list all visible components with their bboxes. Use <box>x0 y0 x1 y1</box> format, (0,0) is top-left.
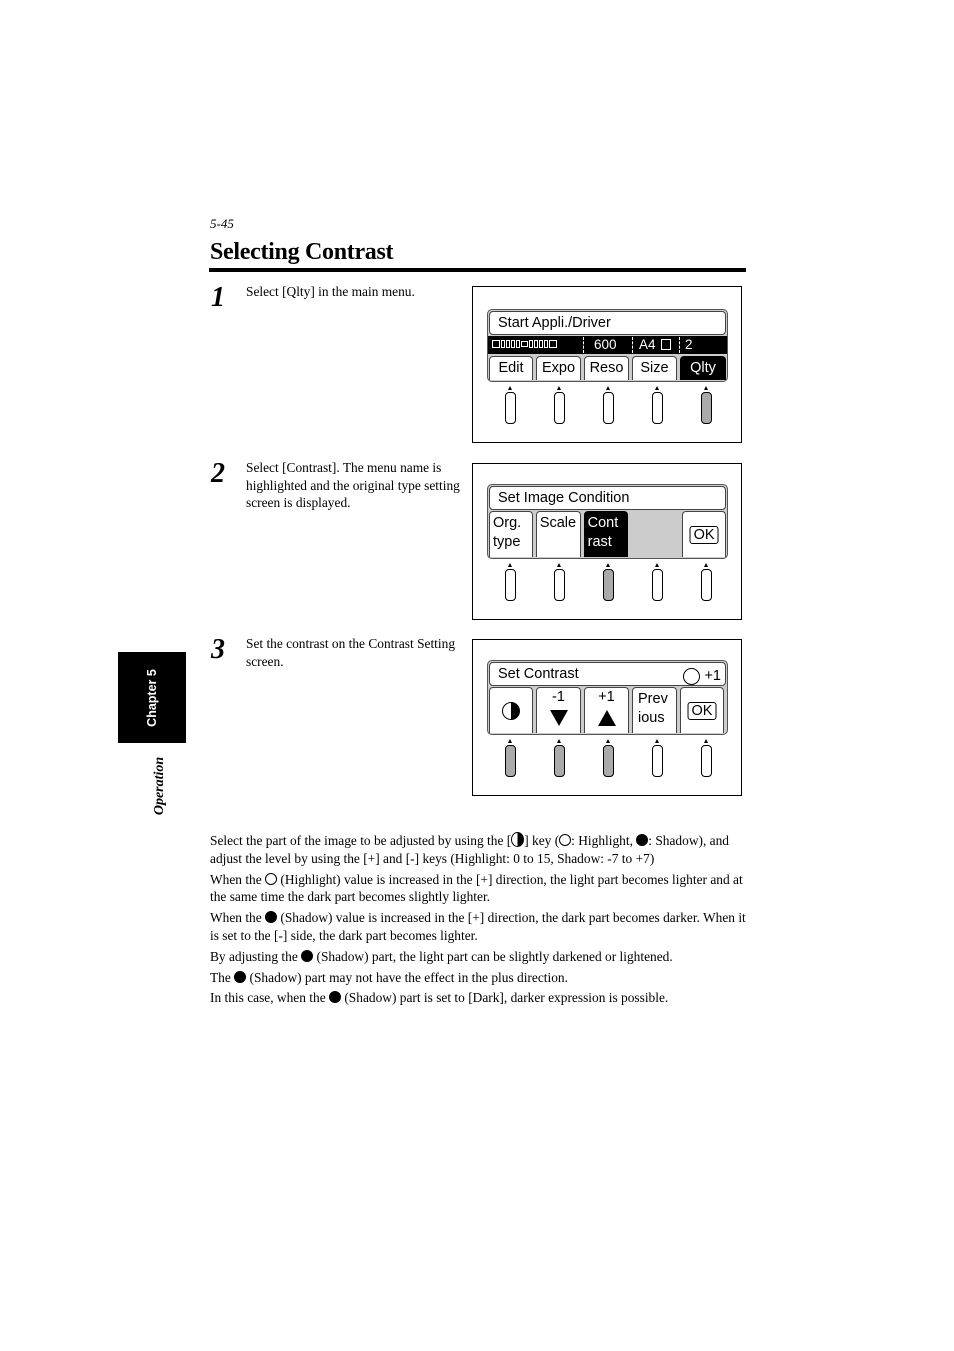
shadow-circle-icon <box>301 949 314 962</box>
step-number: 1 <box>211 282 225 313</box>
density-indicator-icon <box>492 340 557 348</box>
chapter-label: Chapter 5 <box>145 668 159 727</box>
chapter-tab: Chapter 5 <box>118 652 186 743</box>
tab-contrast[interactable]: Cont rast <box>583 511 629 557</box>
soft-key-2[interactable] <box>554 569 565 601</box>
tab-size[interactable]: Size <box>632 356 677 380</box>
title-rule <box>209 268 746 272</box>
lcd-title: Set Image Condition <box>489 486 726 510</box>
copies-value: 2 <box>685 337 693 352</box>
soft-key-1[interactable] <box>505 745 516 777</box>
soft-key-1[interactable] <box>505 569 516 601</box>
paragraph: By adjusting the (Shadow) part, the ligh… <box>210 948 673 964</box>
paragraph: The (Shadow) part may not have the effec… <box>210 969 568 985</box>
soft-key-4[interactable] <box>652 745 663 777</box>
lcd-panel-set-contrast: Set Contrast +1 -1 +1 Prev ious OK <box>472 639 742 796</box>
soft-key-3[interactable] <box>603 569 614 601</box>
tab-reso[interactable]: Reso <box>584 356 629 380</box>
menu-tabs: Edit Expo Reso Size Qlty <box>489 356 726 380</box>
lcd-panel-image-condition: Set Image Condition Org. type Scale Cont r… <box>472 463 742 620</box>
highlight-circle-icon <box>683 667 701 685</box>
lcd-screen: Start Appli./Driver 600 A4 2 Edit Expo R… <box>487 309 728 382</box>
resolution-value: 600 <box>594 337 617 352</box>
soft-key-3[interactable] <box>603 392 614 424</box>
tab-previous[interactable]: Prev ious <box>632 687 677 733</box>
soft-key-3[interactable] <box>603 745 614 777</box>
half-circle-icon <box>511 832 525 847</box>
tab-ok[interactable]: OK <box>680 687 724 733</box>
ok-button[interactable]: OK <box>687 701 717 720</box>
shadow-circle-icon <box>234 970 247 983</box>
triangle-down-icon <box>549 710 568 726</box>
tab-minus[interactable]: -1 <box>536 687 581 733</box>
paragraph: In this case, when the (Shadow) part is … <box>210 990 669 1006</box>
lcd-screen: Set Contrast +1 -1 +1 Prev ious OK <box>487 660 728 735</box>
menu-tabs: -1 +1 Prev ious OK <box>489 687 726 733</box>
tab-highlight-shadow-toggle[interactable] <box>489 687 533 733</box>
paragraph: When the (Shadow) value is increased in … <box>210 910 746 943</box>
paragraph: Select the part of the image to be adjus… <box>210 832 729 866</box>
menu-tabs: Org. type Scale Cont rast OK <box>489 511 726 557</box>
step-number: 2 <box>211 458 225 489</box>
tab-empty <box>631 511 679 557</box>
triangle-up-icon <box>597 710 616 726</box>
lcd-screen: Set Image Condition Org. type Scale Cont r… <box>487 484 728 559</box>
soft-key-5[interactable] <box>701 569 712 601</box>
tab-edit[interactable]: Edit <box>489 356 533 380</box>
soft-key-5[interactable] <box>701 392 712 424</box>
explanation-text: Select the part of the image to be adjus… <box>210 832 750 1010</box>
lcd-panel-main-menu: Start Appli./Driver 600 A4 2 Edit Expo R… <box>472 286 742 443</box>
tab-scale[interactable]: Scale <box>535 511 581 557</box>
shadow-circle-icon <box>265 911 278 924</box>
status-bar: 600 A4 2 <box>488 336 727 354</box>
step-text: Set the contrast on the Contrast Setting… <box>246 636 456 669</box>
highlight-circle-icon <box>265 872 278 885</box>
soft-key-5[interactable] <box>701 745 712 777</box>
page-title: Selecting Contrast <box>210 239 394 265</box>
paragraph: When the (Highlight) value is increased … <box>210 871 743 905</box>
half-circle-icon <box>502 701 520 720</box>
tab-org-type[interactable]: Org. type <box>489 511 533 557</box>
tab-ok[interactable]: OK <box>682 511 726 557</box>
paper-icon <box>661 339 671 350</box>
lcd-title: Start Appli./Driver <box>489 311 726 335</box>
paper-size-value: A4 <box>639 337 656 352</box>
highlight-circle-icon <box>559 834 572 846</box>
ok-button[interactable]: OK <box>689 525 719 544</box>
soft-key-1[interactable] <box>505 392 516 424</box>
lcd-title: Set Contrast +1 <box>489 662 726 686</box>
soft-key-2[interactable] <box>554 392 565 424</box>
section-label: Operation <box>152 756 167 816</box>
soft-key-2[interactable] <box>554 745 565 777</box>
step-number: 3 <box>211 634 225 665</box>
tab-plus[interactable]: +1 <box>584 687 629 733</box>
step-text: Select [Qlty] in the main menu. <box>246 284 415 299</box>
tab-qlty[interactable]: Qlty <box>680 356 726 380</box>
soft-key-4[interactable] <box>652 569 663 601</box>
shadow-circle-icon <box>636 834 649 846</box>
tab-expo[interactable]: Expo <box>536 356 581 380</box>
soft-key-4[interactable] <box>652 392 663 424</box>
page-number: 5-45 <box>210 216 234 231</box>
shadow-circle-icon <box>329 991 341 1004</box>
step-text: Select [Contrast]. The menu name is high… <box>246 460 460 511</box>
contrast-value: +1 <box>683 665 721 688</box>
